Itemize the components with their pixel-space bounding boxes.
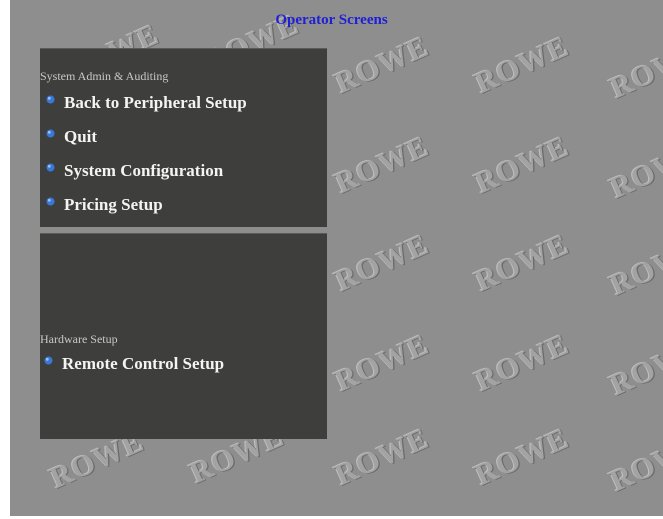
pricing-setup-button[interactable]: Pricing Setup [46, 195, 163, 215]
back-to-peripheral-setup-button[interactable]: Back to Peripheral Setup [46, 93, 247, 113]
quit-button[interactable]: Quit [46, 127, 97, 147]
watermark-logo: ROWE [605, 331, 663, 403]
system-admin-panel: System Admin & Auditing Back to Peripher… [40, 48, 327, 227]
watermark-logo: ROWE [330, 129, 434, 201]
menu-item-label: System Configuration [64, 161, 224, 180]
bullet-icon [46, 95, 55, 104]
system-configuration-button[interactable]: System Configuration [46, 161, 223, 181]
menu-item-label: Pricing Setup [64, 195, 163, 214]
screen-frame-left [0, 0, 10, 519]
section-header-hardware-setup: Hardware Setup [40, 332, 118, 346]
bullet-icon [46, 197, 55, 206]
hardware-setup-panel: Hardware Setup Remote Control Setup [40, 233, 327, 439]
watermark-logo: ROWE [330, 421, 434, 493]
menu-item-label: Remote Control Setup [62, 354, 225, 373]
watermark-logo: ROWE [470, 327, 574, 399]
watermark-logo: ROWE [470, 227, 574, 299]
watermark-logo: ROWE [470, 421, 574, 493]
section-header-system-admin: System Admin & Auditing [40, 69, 169, 83]
bullet-icon [46, 163, 55, 172]
watermark-logo: ROWE [330, 227, 434, 299]
page-title: Operator Screens [275, 12, 388, 28]
watermark-logo: ROWE [330, 29, 434, 101]
watermark-logo: ROWE [605, 427, 663, 499]
watermark-logo: ROWE [605, 231, 663, 303]
remote-control-setup-button[interactable]: Remote Control Setup [44, 354, 224, 374]
watermark-logo: ROWE [470, 129, 574, 201]
watermark-logo: ROWE [330, 327, 434, 399]
bullet-icon [44, 356, 53, 365]
watermark-logo: ROWE [470, 29, 574, 101]
menu-item-label: Quit [64, 127, 98, 146]
menu-item-label: Back to Peripheral Setup [64, 93, 247, 112]
watermark-logo: ROWE [605, 34, 663, 106]
watermark-logo: ROWE [605, 134, 663, 206]
bullet-icon [46, 129, 55, 138]
operator-screen: ROWE ROWE ROWE ROWE ROWE ROWE ROWE ROWE … [0, 0, 663, 519]
